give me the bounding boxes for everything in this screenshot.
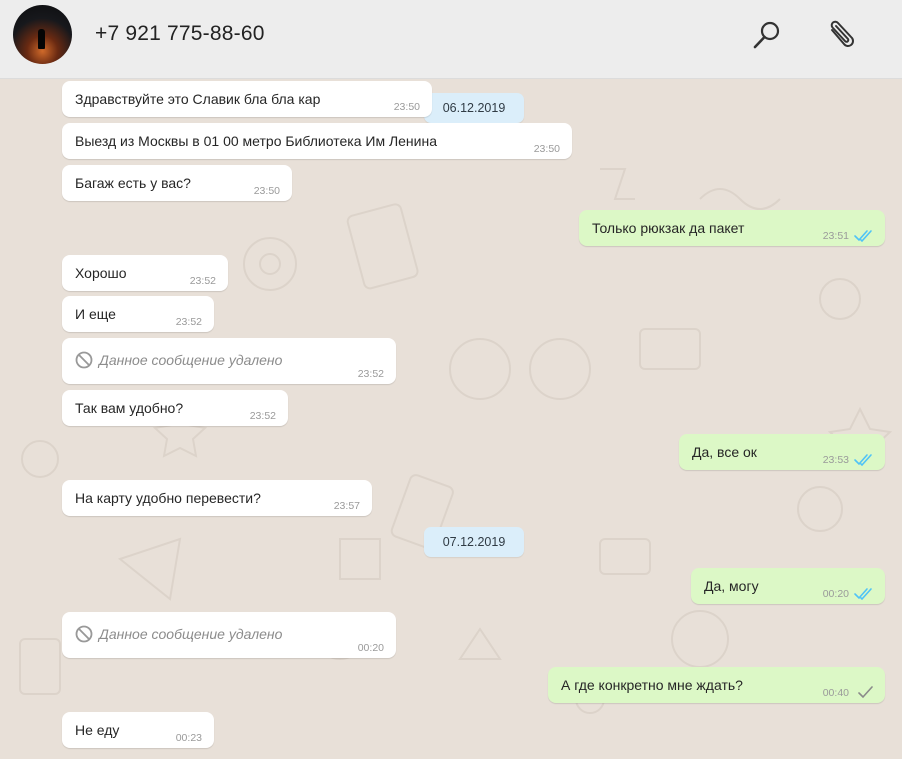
- deleted-ban-icon: [75, 625, 93, 643]
- message-text: А где конкретно мне ждать?: [561, 677, 743, 693]
- message-text: Да, могу: [704, 578, 759, 594]
- message-bubble-incoming[interactable]: Так вам удобно? 23:52: [62, 390, 288, 426]
- message-bubble-deleted[interactable]: Данное сообщение удалено 00:20: [62, 612, 396, 658]
- message-text: Здравствуйте это Славик бла бла кар: [75, 91, 321, 107]
- message-bubble-incoming[interactable]: И еще 23:52: [62, 296, 214, 332]
- message-text: И еще: [75, 306, 116, 322]
- read-double-check-icon: [854, 588, 872, 601]
- message-bubble-incoming[interactable]: Здравствуйте это Славик бла бла кар 23:5…: [62, 81, 432, 117]
- message-bubble-incoming[interactable]: Выезд из Москвы в 01 00 метро Библиотека…: [62, 123, 572, 159]
- message-time: 23:51: [822, 230, 849, 242]
- message-time: 00:40: [822, 687, 849, 699]
- message-time: 23:50: [533, 143, 560, 155]
- chat-header: +7 921 775-88-60: [0, 0, 902, 79]
- message-time: 23:57: [333, 500, 360, 512]
- message-bubble-outgoing[interactable]: А где конкретно мне ждать? 00:40: [548, 667, 885, 703]
- message-time: 23:52: [175, 316, 202, 328]
- message-text: На карту удобно перевести?: [75, 490, 261, 506]
- message-time: 23:50: [253, 185, 280, 197]
- message-bubble-incoming[interactable]: На карту удобно перевести? 23:57: [62, 480, 372, 516]
- deleted-message: Данное сообщение удалено: [75, 625, 282, 643]
- message-bubble-deleted[interactable]: Данное сообщение удалено 23:52: [62, 338, 396, 384]
- message-text: Багаж есть у вас?: [75, 175, 191, 191]
- avatar-silhouette: [38, 29, 45, 49]
- message-text: Хорошо: [75, 265, 127, 281]
- contact-avatar[interactable]: [13, 5, 72, 64]
- message-bubble-incoming[interactable]: Хорошо 23:52: [62, 255, 228, 291]
- message-text: Выезд из Москвы в 01 00 метро Библиотека…: [75, 133, 438, 149]
- message-time: 00:23: [175, 732, 202, 744]
- message-time: 23:53: [822, 454, 849, 466]
- message-text: Так вам удобно?: [75, 400, 184, 416]
- message-text: Да, все ок: [692, 444, 757, 460]
- message-text: Только рюкзак да пакет: [592, 220, 745, 236]
- search-icon[interactable]: [750, 18, 784, 52]
- message-bubble-outgoing[interactable]: Только рюкзак да пакет 23:51: [579, 210, 885, 246]
- message-bubble-outgoing[interactable]: Да, могу 00:20: [691, 568, 885, 604]
- date-chip: 06.12.2019: [424, 93, 524, 123]
- contact-name[interactable]: +7 921 775-88-60: [95, 22, 265, 46]
- message-time: 23:52: [189, 275, 216, 287]
- message-bubble-incoming[interactable]: Не еду 00:23: [62, 712, 214, 748]
- message-time: 00:20: [822, 588, 849, 600]
- message-list[interactable]: 06.12.2019 07.12.2019 Здравствуйте это С…: [0, 79, 902, 759]
- deleted-message: Данное сообщение удалено: [75, 351, 282, 369]
- message-time: 23:52: [357, 368, 384, 380]
- message-time: 00:20: [357, 642, 384, 654]
- message-bubble-outgoing[interactable]: Да, все ок 23:53: [679, 434, 885, 470]
- read-double-check-icon: [854, 230, 872, 243]
- read-double-check-icon: [854, 454, 872, 467]
- message-text: Не еду: [75, 722, 120, 738]
- message-bubble-incoming[interactable]: Багаж есть у вас? 23:50: [62, 165, 292, 201]
- paperclip-icon[interactable]: [823, 18, 857, 52]
- deleted-ban-icon: [75, 351, 93, 369]
- message-time: 23:50: [393, 101, 420, 113]
- message-time: 23:52: [249, 410, 276, 422]
- message-text: Данное сообщение удалено: [99, 352, 283, 368]
- date-chip: 07.12.2019: [424, 527, 524, 557]
- sent-check-icon: [858, 686, 873, 699]
- message-text: Данное сообщение удалено: [99, 626, 283, 642]
